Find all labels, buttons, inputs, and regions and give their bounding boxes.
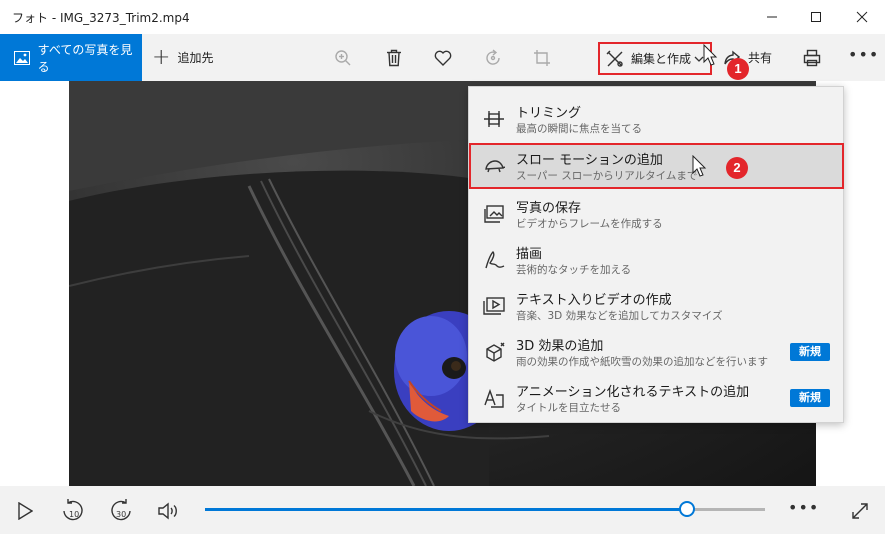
title-bar: フォト - IMG_3273_Trim2.mp4 <box>0 0 885 34</box>
mouse-cursor-icon <box>692 155 707 177</box>
playback-bar: 10 30 ••• <box>0 486 885 534</box>
delete-button[interactable] <box>382 46 406 70</box>
volume-icon <box>158 502 177 520</box>
photo-icon <box>14 50 30 65</box>
close-button[interactable] <box>839 0 885 34</box>
menu-item-subtitle: 芸術的なタッチを加える <box>516 264 632 276</box>
window-title: フォト - IMG_3273_Trim2.mp4 <box>12 11 190 25</box>
turtle-icon <box>483 155 506 177</box>
edit-tools-icon <box>606 50 623 67</box>
new-badge: 新規 <box>790 343 830 361</box>
all-photos-label: すべての写真を見る <box>37 42 133 74</box>
menu-item-video-with-text[interactable]: テキスト入りビデオの作成 音楽、3D 効果などを追加してカスタマイズ <box>469 283 843 329</box>
play-button[interactable] <box>12 498 38 524</box>
menu-item-save-photo[interactable]: 写真の保存 ビデオからフレームを作成する <box>469 191 843 237</box>
menu-item-trim[interactable]: トリミング 最高の瞬間に焦点を当てる <box>469 96 843 142</box>
minimize-icon <box>767 16 777 18</box>
edit-create-button[interactable]: 編集と作成 <box>598 42 712 75</box>
menu-item-slow-motion[interactable]: スロー モーションの追加 スーパー スローからリアルタイムまで <box>469 143 844 189</box>
video-text-icon <box>483 295 505 317</box>
mouse-cursor-icon <box>703 44 718 66</box>
seek-bar-progress <box>205 508 687 511</box>
trash-icon <box>387 49 401 67</box>
maximize-button[interactable] <box>793 0 839 34</box>
add-to-label: 追加先 <box>177 51 214 65</box>
fullscreen-button[interactable] <box>847 498 873 524</box>
new-badge: 新規 <box>790 389 830 407</box>
step-marker-2: 2 <box>726 157 748 179</box>
close-icon <box>856 11 868 23</box>
rewind-icon: 10 <box>63 499 83 521</box>
menu-item-title: 写真の保存 <box>516 201 582 216</box>
menu-item-title: スロー モーションの追加 <box>516 153 663 168</box>
minimize-button[interactable] <box>749 0 795 34</box>
menu-item-title: テキスト入りビデオの作成 <box>516 293 672 308</box>
print-button[interactable] <box>800 46 824 70</box>
expand-icon <box>852 503 868 519</box>
draw-pen-icon <box>483 249 505 271</box>
menu-item-subtitle: 最高の瞬間に焦点を当てる <box>516 123 642 135</box>
volume-button[interactable] <box>156 498 182 524</box>
crop-icon <box>534 50 550 66</box>
menu-item-title: 3D 効果の追加 <box>516 339 604 354</box>
maximize-icon <box>811 12 821 22</box>
fast-forward-button[interactable]: 30 <box>108 498 134 524</box>
menu-item-subtitle: ビデオからフレームを作成する <box>516 218 663 230</box>
menu-item-subtitle: 音楽、3D 効果などを追加してカスタマイズ <box>516 310 723 322</box>
share-label: 共有 <box>748 51 773 65</box>
edit-create-label: 編集と作成 <box>631 52 692 66</box>
menu-item-animated-text[interactable]: アニメーション化されるテキストの追加 タイトルを目立たせる 新規 <box>469 375 843 421</box>
menu-item-3d-effects[interactable]: 3D 効果の追加 雨の効果の作成や紙吹雪の効果の追加などを行います 新規 <box>469 329 843 375</box>
step-marker-1: 1 <box>727 58 749 80</box>
zoom-in-icon <box>335 50 351 66</box>
menu-item-title: アニメーション化されるテキストの追加 <box>516 385 750 400</box>
playback-more-button[interactable]: ••• <box>788 498 819 517</box>
menu-item-draw[interactable]: 描画 芸術的なタッチを加える <box>469 237 843 283</box>
forward-seconds-label: 30 <box>116 510 126 519</box>
save-photo-icon <box>483 203 505 225</box>
favorite-button[interactable] <box>431 46 455 70</box>
plus-icon: + <box>152 44 171 70</box>
menu-item-subtitle: スーパー スローからリアルタイムまで <box>516 170 698 182</box>
toolbar: すべての写真を見る + 追加先 編集と作成 共有 ••• <box>0 34 885 81</box>
all-photos-button[interactable]: すべての写真を見る <box>0 34 142 81</box>
fast-forward-icon: 30 <box>111 499 131 521</box>
more-options-button[interactable]: ••• <box>848 46 878 70</box>
menu-item-title: 描画 <box>516 247 543 262</box>
trim-icon <box>483 108 505 130</box>
menu-item-subtitle: タイトルを目立たせる <box>516 402 621 414</box>
crop-button[interactable] <box>530 46 554 70</box>
rotate-button[interactable] <box>481 46 505 70</box>
rewind-seconds-label: 10 <box>69 510 79 519</box>
zoom-button[interactable] <box>331 46 355 70</box>
seek-bar-thumb[interactable] <box>678 501 695 517</box>
add-to-button[interactable]: + 追加先 <box>152 34 213 81</box>
menu-item-subtitle: 雨の効果の作成や紙吹雪の効果の追加などを行います <box>516 356 768 368</box>
rewind-button[interactable]: 10 <box>60 498 86 524</box>
rotate-icon <box>486 49 500 65</box>
3d-effects-icon <box>483 341 505 363</box>
play-icon <box>18 502 33 520</box>
animated-text-icon <box>483 387 505 409</box>
menu-item-title: トリミング <box>516 106 582 121</box>
print-icon <box>803 49 821 67</box>
heart-icon <box>434 50 452 66</box>
edit-create-menu: トリミング 最高の瞬間に焦点を当てる スロー モーションの追加 スーパー スロー… <box>468 86 844 423</box>
seek-bar[interactable] <box>205 501 765 517</box>
